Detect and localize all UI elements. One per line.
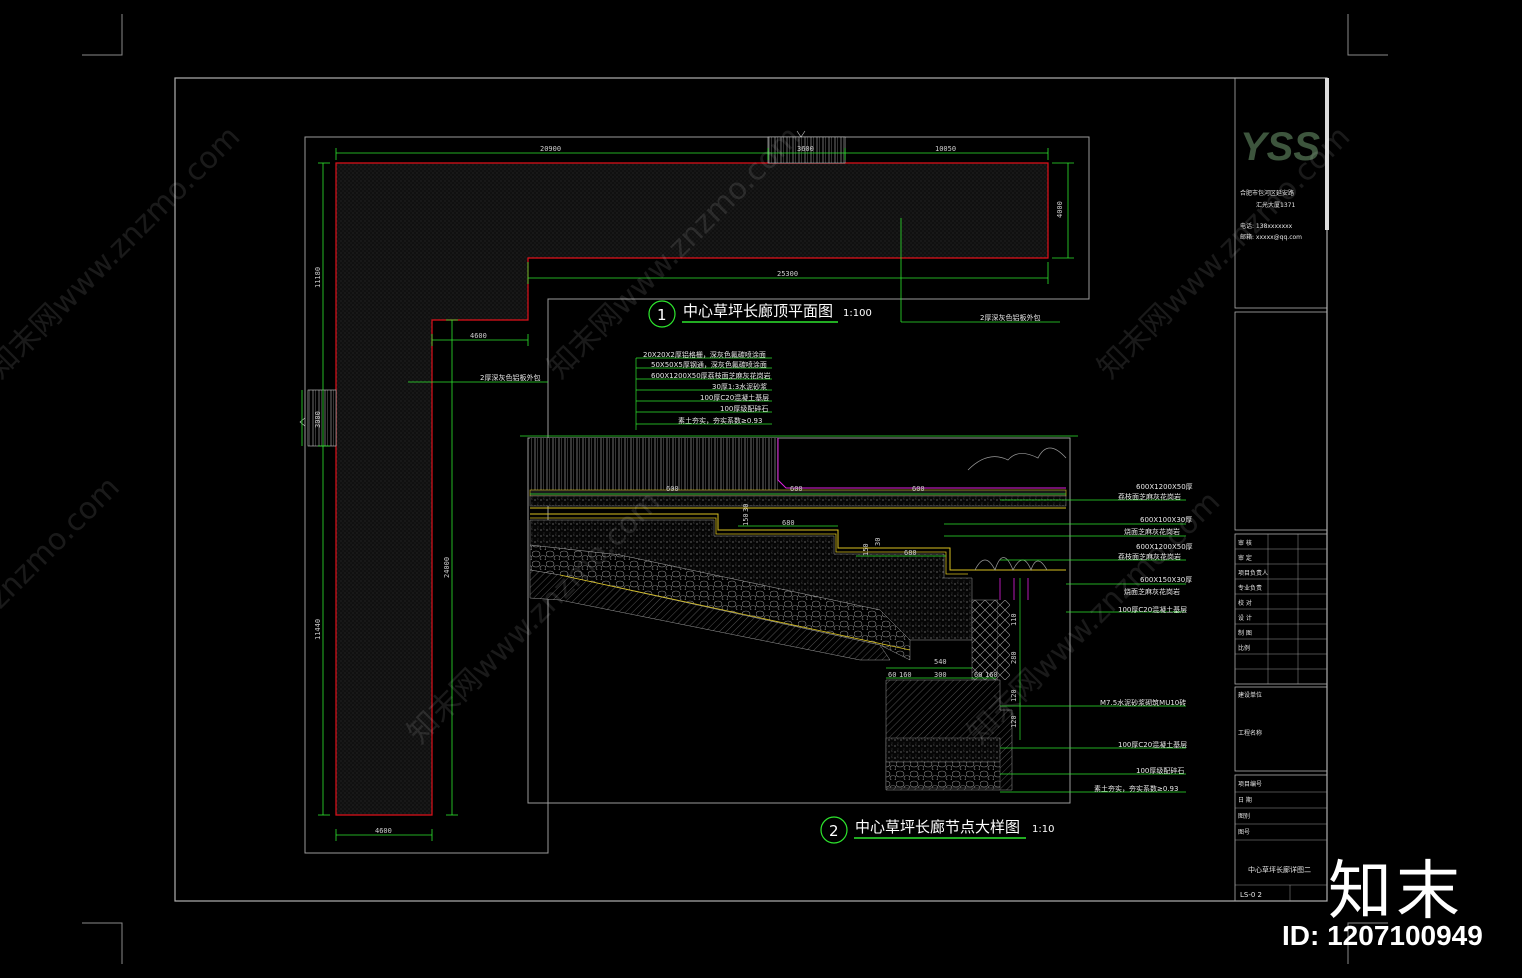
tb-sheet-title: 中心草坪长廊详图二: [1248, 865, 1311, 874]
detail-title: 2 中心草坪长廊节点大样图 1:10: [820, 816, 1054, 844]
tb-label-12: 图别: [1238, 812, 1250, 820]
plan-title-scale: 1:100: [843, 308, 872, 319]
detail-title-number: 2: [829, 822, 839, 840]
detail-grille: [530, 438, 778, 490]
dim-bottom: 4600: [375, 827, 392, 835]
detail-note-right-6: 100厚C20混凝土基层: [1118, 740, 1187, 749]
detail-dim-680b: 680: [904, 549, 917, 557]
watermark-1: 知末网www.znzmo.com: [0, 119, 247, 385]
detail-dim-600b: 600: [790, 485, 803, 493]
detail-note-right-0b: 荔枝面芝麻灰花岗岩: [1118, 492, 1181, 501]
detail-dim-540: 540: [934, 658, 947, 666]
tb-label-4: 校 对: [1238, 599, 1252, 607]
detail-dim-v150b: 150: [862, 543, 870, 556]
cad-drawing-canvas: 20900 3600 10050 4000 25300 11180 4600 3…: [0, 14, 1388, 964]
watermark-6: znzmo.com: [0, 470, 127, 616]
tb-label-1: 审 定: [1238, 554, 1252, 562]
detail-dim-60b: 60: [974, 671, 982, 679]
detail-dim-300: 300: [934, 671, 947, 679]
tb-label-5: 设 计: [1238, 614, 1252, 622]
dim-left-mid: 3000: [314, 411, 322, 428]
detail-dim-v110: 110: [1010, 613, 1018, 626]
tb-label-10: 项目编号: [1238, 780, 1262, 788]
detail-dim-v150a: 150: [742, 513, 750, 526]
detail-dim-160b: 160: [985, 671, 998, 679]
tb-label-13: 图号: [1238, 829, 1250, 836]
dim-top-left: 20900: [540, 145, 561, 153]
detail-dim-160a: 160: [899, 671, 912, 679]
tb-sheet-no: LS-0 2: [1240, 891, 1262, 899]
detail-note-left-1: 50X50X5厚钢通，深灰色氟碳喷涂面: [651, 360, 767, 369]
detail-note-left-2: 600X1200X50厚荔枝面芝麻灰花岗岩: [651, 371, 771, 380]
detail-dim-600c: 600: [912, 485, 925, 493]
detail-dim-v280: 280: [1010, 651, 1018, 664]
dim-left-lower: 11440: [314, 619, 322, 640]
tb-label-2: 项目负责人: [1238, 569, 1268, 577]
dim-inner-bottom: 25300: [777, 270, 798, 278]
detail-brick-wall: [971, 599, 999, 681]
brand-logo: 知末: [1328, 855, 1464, 929]
dim-inner-step: 4600: [470, 332, 487, 340]
detail-title-scale: 1:10: [1032, 824, 1054, 835]
watermark-3: 知末网www.znzmo.com: [1091, 119, 1357, 385]
detail-note-left-6: 素土夯实，夯实系数≥0.93: [678, 416, 762, 425]
detail-dim-600a: 600: [666, 485, 679, 493]
detail-note-left-5: 100厚级配碎石: [720, 404, 768, 413]
detail-dim-v30a: 30: [742, 504, 750, 512]
detail-note-right-7: 100厚级配碎石: [1136, 766, 1184, 775]
tb-label-0: 审 核: [1238, 539, 1252, 547]
detail-left-notes: 20X20X2厚铝格栅，深灰色氟碳喷涂面 50X50X5厚钢通，深灰色氟碳喷涂面…: [643, 350, 771, 425]
tb-label-7: 比例: [1238, 644, 1250, 652]
detail-note-right-0a: 600X1200X50厚: [1136, 483, 1193, 491]
tb-label-11: 日 期: [1238, 796, 1252, 804]
detail-note-right-5: M7.5水泥砂浆砌筑MU10砖: [1100, 698, 1186, 707]
tb-label-3: 专业负责: [1238, 584, 1262, 592]
dim-top-right: 10050: [935, 145, 956, 153]
detail-note-left-0: 20X20X2厚铝格栅，深灰色氟碳喷涂面: [643, 350, 766, 359]
detail-dim-v30b: 30: [874, 538, 882, 546]
tb-label-8: 建设单位: [1238, 691, 1262, 699]
detail-title-text: 中心草坪长廊节点大样图: [855, 818, 1020, 836]
plan-note-left: 2厚深灰色铝板外包: [480, 373, 540, 382]
tb-label-6: 制 图: [1238, 629, 1252, 637]
detail-note-left-3: 30厚1:3水泥砂浆: [712, 382, 767, 391]
detail-note-left-4: 100厚C20混凝土基层: [700, 393, 769, 402]
dim-inner-height: 24000: [443, 557, 451, 578]
detail-dim-680a: 680: [782, 519, 795, 527]
dim-left-total: 11180: [314, 267, 322, 288]
detail-dim-60a: 60: [888, 671, 896, 679]
detail-note-right-8: 素土夯实，夯实系数≥0.93: [1094, 784, 1178, 793]
detail-planting: [967, 447, 1067, 572]
dim-right: 4000: [1056, 201, 1064, 218]
plan-left-opening: [307, 389, 337, 447]
plan-title: 1 中心草坪长廊顶平面图 1:100: [648, 300, 872, 328]
tb-label-9: 工程名称: [1238, 729, 1262, 737]
asset-id: ID: 1207100949: [1282, 920, 1483, 951]
plan-title-number: 1: [657, 306, 667, 324]
plan-title-text: 中心草坪长廊顶平面图: [683, 302, 833, 320]
plan-note-right: 2厚深灰色铝板外包: [980, 313, 1040, 322]
